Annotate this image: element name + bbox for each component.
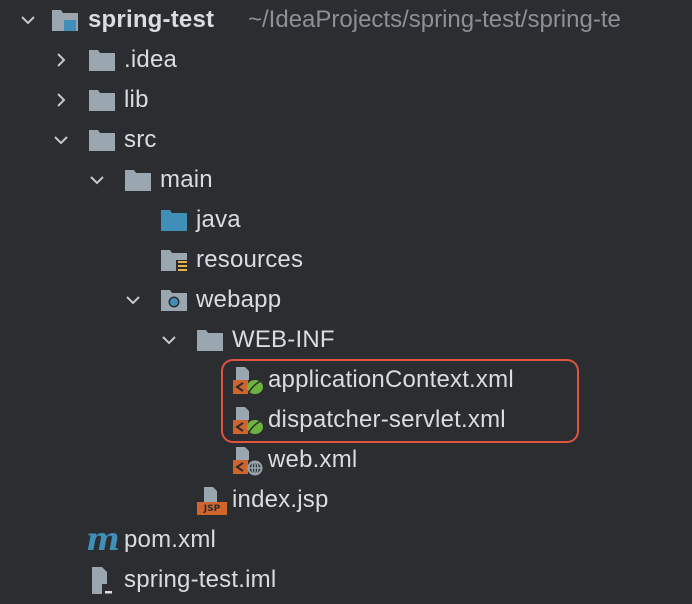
tree-item-label: main xyxy=(160,166,213,193)
module-folder-icon xyxy=(50,5,78,33)
maven-icon: m xyxy=(86,522,120,556)
maven-glyph: m xyxy=(86,520,120,558)
chevron-down-icon[interactable] xyxy=(50,129,72,151)
chevron-right-icon[interactable] xyxy=(50,89,72,111)
project-name: spring-test xyxy=(88,6,215,33)
tree-row-web-inf[interactable]: WEB-INF xyxy=(0,320,692,360)
tree-row-resources[interactable]: resources xyxy=(0,240,692,280)
resources-folder-icon xyxy=(160,246,188,274)
tree-row-java[interactable]: java xyxy=(0,200,692,240)
folder-icon xyxy=(196,326,224,354)
tree-row-iml[interactable]: spring-test.iml xyxy=(0,560,692,600)
chevron-down-icon[interactable] xyxy=(158,329,180,351)
tree-item-label: index.jsp xyxy=(232,486,329,513)
tree-row-idea[interactable]: .idea xyxy=(0,40,692,80)
folder-icon xyxy=(124,166,152,194)
chevron-right-icon[interactable] xyxy=(50,49,72,71)
tree-item-label: pom.xml xyxy=(124,526,217,553)
web-folder-icon xyxy=(160,286,188,314)
project-path: ~/IdeaProjects/spring-test/spring-te xyxy=(248,6,621,33)
folder-icon xyxy=(88,86,116,114)
tree-row-web-xml[interactable]: web.xml xyxy=(0,440,692,480)
tree-item-label: src xyxy=(124,126,157,153)
tree-item-label: lib xyxy=(124,86,149,113)
project-tree: spring-test ~/IdeaProjects/spring-test/s… xyxy=(0,0,692,604)
tree-row-webapp[interactable]: webapp xyxy=(0,280,692,320)
tree-row-main[interactable]: main xyxy=(0,160,692,200)
chevron-down-icon[interactable] xyxy=(17,9,39,31)
chevron-down-icon[interactable] xyxy=(122,289,144,311)
tree-row-src[interactable]: src xyxy=(0,120,692,160)
tree-item-label: spring-test.iml xyxy=(124,566,277,593)
tree-item-label: WEB-INF xyxy=(232,326,335,353)
tree-row-lib[interactable]: lib xyxy=(0,80,692,120)
tree-item-label: web.xml xyxy=(268,446,358,473)
folder-icon xyxy=(88,126,116,154)
iml-file-icon xyxy=(88,566,116,595)
web-xml-file-icon xyxy=(232,446,263,476)
tree-item-label: resources xyxy=(196,246,304,273)
jsp-file-icon: JSP xyxy=(196,486,227,515)
source-folder-icon xyxy=(160,206,188,234)
tree-item-label: webapp xyxy=(196,286,282,313)
tree-row-pom-xml[interactable]: m pom.xml xyxy=(0,520,692,560)
tree-item-label: .idea xyxy=(124,46,178,73)
highlight-annotation xyxy=(221,359,579,443)
tree-row-spring-test[interactable]: spring-test ~/IdeaProjects/spring-test/s… xyxy=(0,0,692,40)
tree-item-label: java xyxy=(196,206,241,233)
tree-row-index-jsp[interactable]: JSP index.jsp xyxy=(0,480,692,520)
folder-icon xyxy=(88,46,116,74)
jsp-badge-text: JSP xyxy=(203,504,221,514)
chevron-down-icon[interactable] xyxy=(86,169,108,191)
